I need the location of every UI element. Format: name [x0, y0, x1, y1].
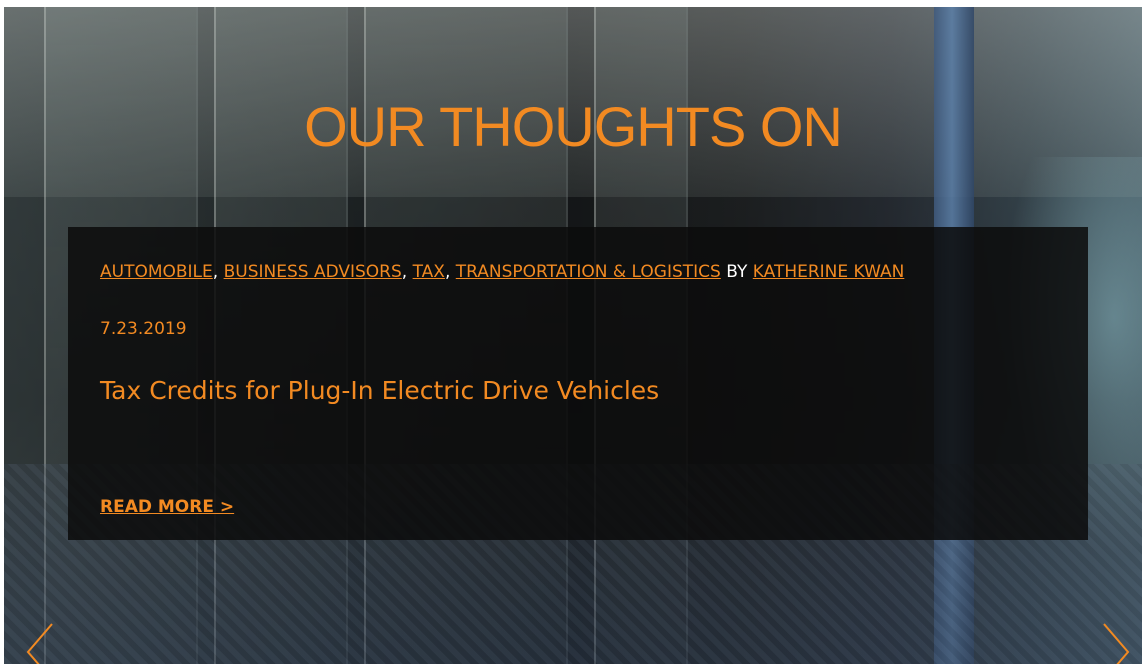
chevron-left-icon: [26, 623, 53, 664]
post-title[interactable]: Tax Credits for Plug-In Electric Drive V…: [100, 376, 659, 405]
category-link-automobile[interactable]: AUTOMOBILE: [100, 262, 213, 282]
carousel-next-button[interactable]: [1096, 622, 1142, 664]
carousel-prev-button[interactable]: [14, 622, 60, 664]
hero-banner: OUR THOUGHTS ON AUTOMOBILE, BUSINESS ADV…: [4, 7, 1142, 664]
category-link-transportation-logistics[interactable]: TRANSPORTATION & LOGISTICS: [456, 262, 721, 282]
category-link-tax[interactable]: TAX: [413, 262, 445, 282]
read-more-link[interactable]: READ MORE >: [100, 497, 234, 517]
category-link-business-advisors[interactable]: BUSINESS ADVISORS: [224, 262, 402, 282]
author-link[interactable]: KATHERINE KWAN: [753, 262, 905, 282]
post-date: 7.23.2019: [100, 319, 187, 339]
post-meta: AUTOMOBILE, BUSINESS ADVISORS, TAX, TRAN…: [100, 262, 905, 282]
chevron-right-icon: [1103, 623, 1130, 664]
post-card: AUTOMOBILE, BUSINESS ADVISORS, TAX, TRAN…: [68, 227, 1088, 540]
hero-title: OUR THOUGHTS ON: [304, 95, 843, 158]
by-label: BY: [726, 262, 748, 282]
